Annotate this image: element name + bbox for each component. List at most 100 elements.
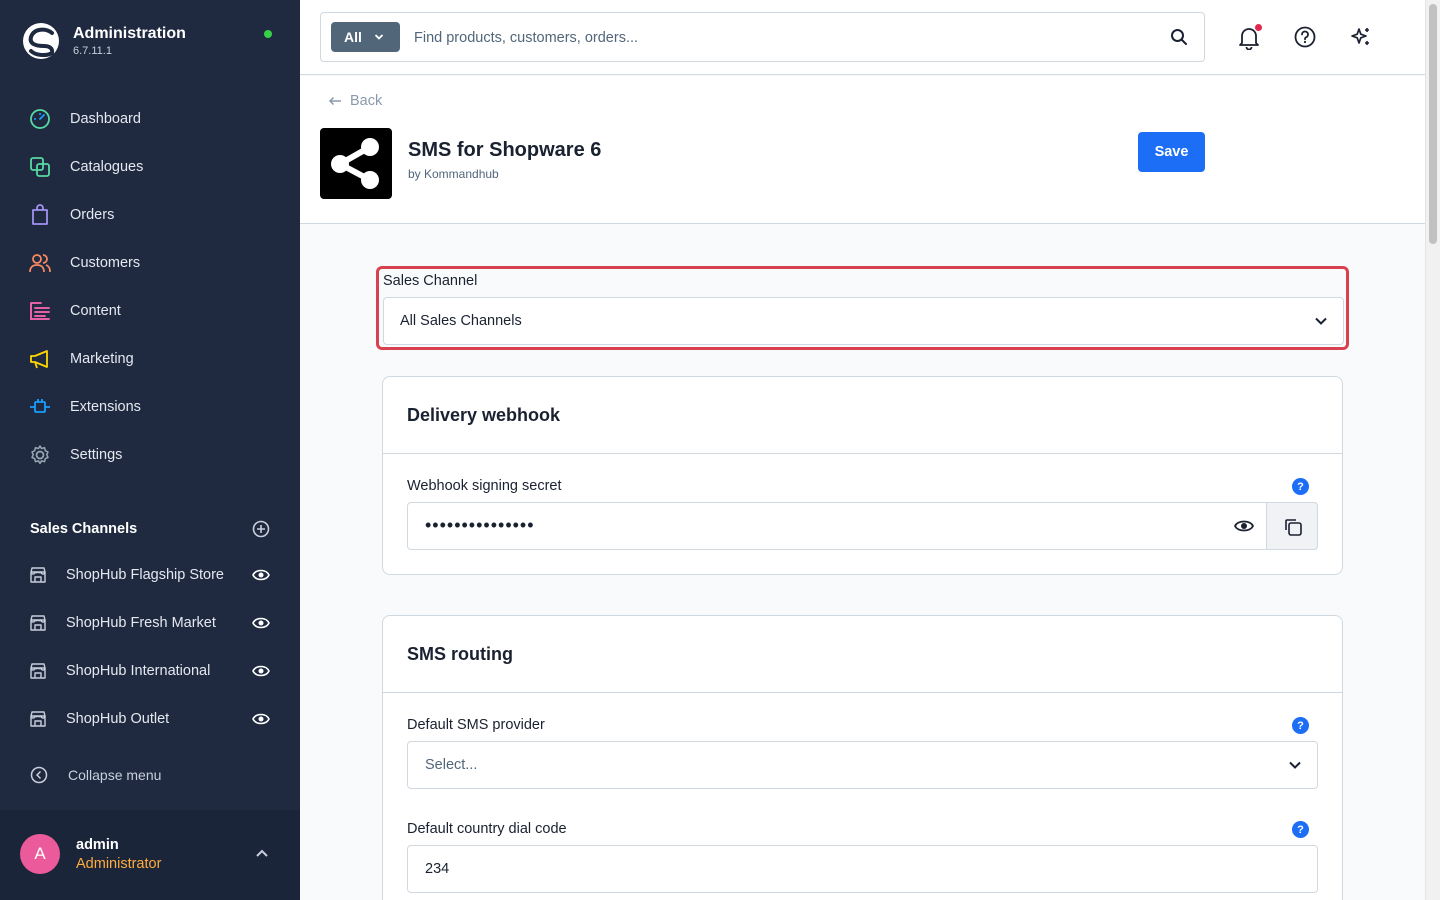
back-link[interactable]: Back bbox=[328, 93, 382, 109]
card-divider bbox=[383, 692, 1342, 693]
sales-channel-switch: Sales Channel All Sales Channels bbox=[376, 266, 1349, 350]
card-divider bbox=[383, 453, 1342, 454]
storefront-icon bbox=[30, 663, 46, 679]
sales-channel-label: ShopHub International bbox=[66, 663, 211, 679]
save-button[interactable]: Save bbox=[1138, 132, 1205, 172]
eye-icon[interactable] bbox=[252, 662, 270, 680]
chevron-up-icon[interactable] bbox=[255, 848, 269, 858]
notification-badge bbox=[1255, 24, 1262, 31]
brand[interactable]: Administration 6.7.11.1 bbox=[22, 22, 186, 60]
search-type-label: All bbox=[344, 29, 362, 45]
collapse-menu-label: Collapse menu bbox=[68, 767, 162, 783]
sidebar: Administration 6.7.11.1 Dashboard Catalo… bbox=[0, 0, 300, 900]
help-icon[interactable]: ? bbox=[1292, 821, 1309, 838]
user-role: Administrator bbox=[76, 856, 162, 872]
user-name: admin bbox=[76, 837, 119, 853]
copy-icon bbox=[1285, 519, 1302, 536]
chevron-down-icon bbox=[1289, 761, 1301, 769]
sales-channel-list: ShopHub Flagship Store ShopHub Fresh Mar… bbox=[0, 551, 300, 743]
help-icon[interactable]: ? bbox=[1292, 478, 1309, 495]
chevron-down-icon bbox=[1315, 317, 1327, 325]
user-panel[interactable]: A admin Administrator bbox=[0, 810, 300, 900]
storefront-icon bbox=[30, 567, 46, 583]
webhook-secret-field[interactable]: ••••••••••••••• bbox=[407, 502, 1318, 550]
eye-icon[interactable] bbox=[252, 710, 270, 728]
field-label: Webhook signing secret bbox=[407, 478, 562, 494]
sparkles-icon[interactable] bbox=[1350, 26, 1372, 48]
chevron-left-circle-icon bbox=[30, 766, 48, 784]
help-icon[interactable]: ? bbox=[1292, 717, 1309, 734]
nav-item-marketing[interactable]: Marketing bbox=[0, 335, 300, 383]
password-value: ••••••••••••••• bbox=[425, 515, 535, 535]
nav-label: Catalogues bbox=[70, 159, 144, 175]
app-version: 6.7.11.1 bbox=[73, 45, 112, 57]
collapse-menu-button[interactable]: Collapse menu bbox=[30, 766, 161, 784]
add-sales-channel-icon[interactable] bbox=[252, 520, 270, 538]
eye-icon[interactable] bbox=[252, 614, 270, 632]
topbar: All bbox=[300, 0, 1425, 75]
card-title: Delivery webhook bbox=[407, 405, 561, 425]
sales-channels-title: Sales Channels bbox=[30, 521, 138, 537]
plugin-author: by Kommandhub bbox=[408, 167, 499, 181]
share-icon bbox=[331, 138, 379, 189]
megaphone-icon bbox=[30, 350, 48, 369]
storefront-icon bbox=[30, 711, 46, 727]
sales-channel-item[interactable]: ShopHub Outlet bbox=[0, 695, 300, 743]
search-input[interactable] bbox=[414, 26, 1154, 50]
field-label: Default country dial code bbox=[407, 821, 567, 837]
catalogue-icon bbox=[30, 157, 50, 177]
sales-channel-label: ShopHub Fresh Market bbox=[66, 615, 216, 631]
nav-item-settings[interactable]: Settings bbox=[0, 431, 300, 479]
nav-item-content[interactable]: Content bbox=[0, 287, 300, 335]
sales-channel-label: ShopHub Outlet bbox=[66, 711, 170, 727]
eye-icon[interactable] bbox=[1234, 518, 1254, 534]
nav-label: Settings bbox=[70, 447, 123, 463]
app-title: Administration bbox=[73, 25, 186, 42]
nav-item-orders[interactable]: Orders bbox=[0, 191, 300, 239]
eye-icon[interactable] bbox=[252, 566, 270, 584]
sales-channel-label: Sales Channel bbox=[383, 273, 478, 289]
nav-label: Orders bbox=[70, 207, 115, 223]
plug-icon bbox=[30, 399, 50, 413]
delivery-webhook-card: Delivery webhook Webhook signing secret … bbox=[382, 376, 1343, 575]
card-title: SMS routing bbox=[407, 644, 513, 664]
sales-channel-select[interactable]: All Sales Channels bbox=[383, 297, 1344, 345]
copy-button[interactable] bbox=[1266, 502, 1318, 550]
sales-channel-label: ShopHub Flagship Store bbox=[66, 567, 224, 583]
scrollbar[interactable] bbox=[1425, 0, 1440, 900]
gear-icon bbox=[31, 445, 49, 465]
nav-label: Customers bbox=[70, 255, 141, 271]
avatar: A bbox=[20, 834, 60, 874]
sales-channel-item[interactable]: ShopHub Fresh Market bbox=[0, 599, 300, 647]
page-title: SMS for Shopware 6 bbox=[408, 139, 602, 161]
plugin-icon bbox=[320, 128, 392, 199]
status-indicator bbox=[264, 30, 272, 38]
chevron-down-icon bbox=[374, 34, 384, 40]
dial-code-field[interactable]: 234 bbox=[407, 845, 1318, 893]
dashboard-icon bbox=[30, 109, 50, 129]
sales-channel-item[interactable]: ShopHub International bbox=[0, 647, 300, 695]
scrollbar-thumb[interactable] bbox=[1429, 4, 1437, 244]
nav-item-dashboard[interactable]: Dashboard bbox=[0, 95, 300, 143]
nav-item-extensions[interactable]: Extensions bbox=[0, 383, 300, 431]
customers-icon bbox=[29, 254, 51, 273]
sales-channel-item[interactable]: ShopHub Flagship Store bbox=[0, 551, 300, 599]
nav-item-catalogues[interactable]: Catalogues bbox=[0, 143, 300, 191]
content-icon bbox=[30, 302, 50, 320]
sms-provider-select[interactable]: Select... bbox=[407, 741, 1318, 789]
field-label: Default SMS provider bbox=[407, 717, 545, 733]
nav-label: Extensions bbox=[70, 399, 141, 415]
sales-channels-header: Sales Channels bbox=[30, 520, 270, 538]
nav-label: Marketing bbox=[70, 351, 134, 367]
search-type-dropdown[interactable]: All bbox=[331, 22, 400, 52]
sales-channel-value: All Sales Channels bbox=[400, 313, 522, 329]
storefront-icon bbox=[30, 615, 46, 631]
main-navigation: Dashboard Catalogues Orders Customers Co… bbox=[0, 95, 300, 479]
help-icon[interactable] bbox=[1294, 26, 1316, 48]
back-label: Back bbox=[350, 93, 383, 109]
page-header: Back SMS for Shopware 6 by Kommandhub Sa… bbox=[300, 76, 1425, 224]
nav-item-customers[interactable]: Customers bbox=[0, 239, 300, 287]
shopware-logo-icon bbox=[23, 23, 59, 59]
nav-label: Dashboard bbox=[70, 111, 141, 127]
search-icon[interactable] bbox=[1170, 28, 1188, 46]
